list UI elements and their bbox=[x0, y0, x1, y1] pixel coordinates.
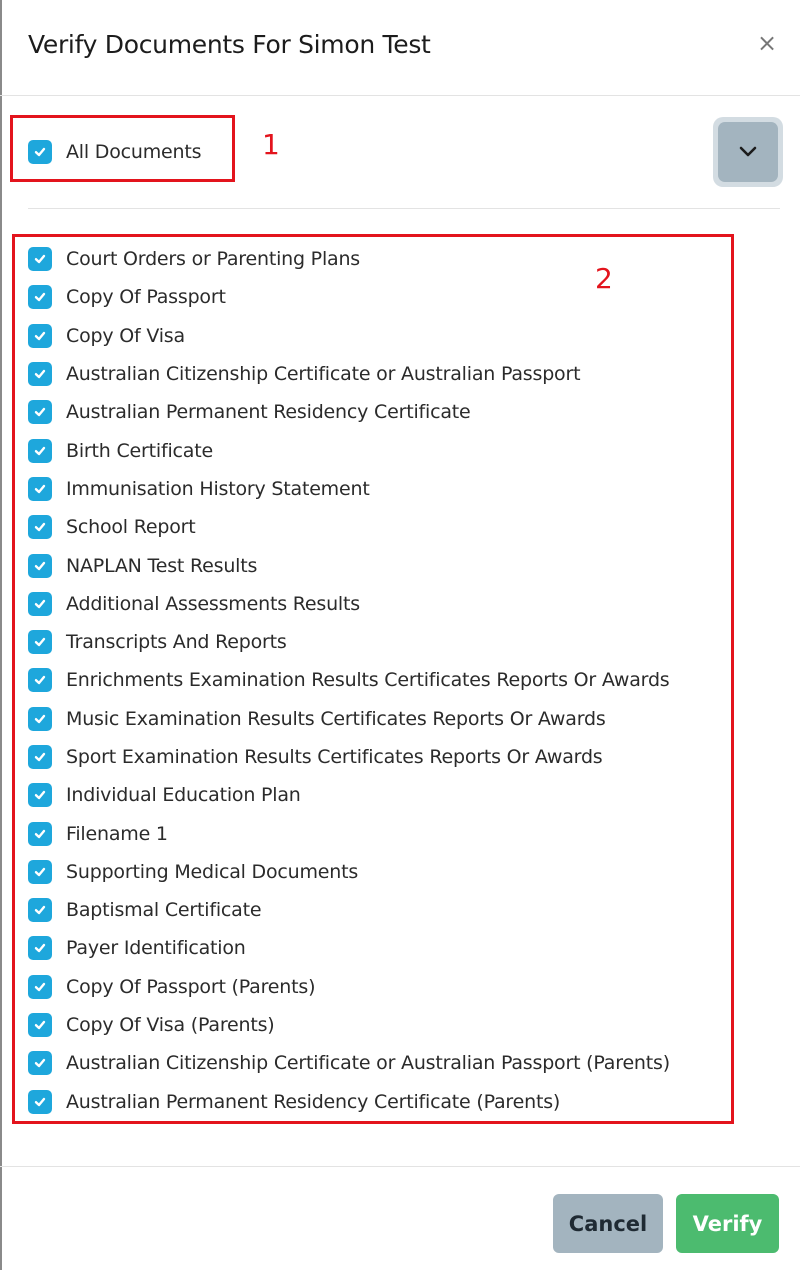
checkbox-checked-icon[interactable] bbox=[28, 936, 52, 961]
checkbox-checked-icon[interactable] bbox=[28, 1013, 52, 1038]
document-checkbox-item[interactable]: Australian Citizenship Certificate or Au… bbox=[28, 355, 670, 393]
document-checkbox-item[interactable]: Enrichments Examination Results Certific… bbox=[28, 661, 670, 699]
checkbox-checked-icon[interactable] bbox=[28, 1089, 52, 1114]
document-checkbox-item[interactable]: Australian Permanent Residency Certifica… bbox=[28, 393, 670, 431]
document-label: Baptismal Certificate bbox=[66, 899, 262, 922]
document-checkbox-item[interactable]: Payer Identification bbox=[28, 929, 670, 967]
divider bbox=[28, 208, 780, 209]
checkbox-checked-icon[interactable] bbox=[28, 745, 52, 769]
document-checkbox-item[interactable]: Additional Assessments Results bbox=[28, 585, 670, 623]
checkbox-checked-icon[interactable] bbox=[28, 285, 52, 310]
checkbox-checked-icon[interactable] bbox=[28, 974, 52, 999]
document-checkbox-item[interactable]: Transcripts And Reports bbox=[28, 623, 670, 661]
document-checkbox-item[interactable]: Copy Of Visa bbox=[28, 317, 670, 355]
checkbox-checked-icon[interactable] bbox=[28, 668, 52, 693]
verify-button[interactable]: Verify bbox=[676, 1194, 779, 1253]
annotation-box-1 bbox=[10, 115, 235, 182]
document-checkbox-item[interactable]: Sport Examination Results Certificates R… bbox=[28, 738, 670, 776]
document-checkbox-item[interactable]: Copy Of Passport bbox=[28, 278, 670, 316]
document-checkbox-item[interactable]: Individual Education Plan bbox=[28, 776, 670, 814]
modal-title: Verify Documents For Simon Test bbox=[28, 30, 431, 59]
checkbox-checked-icon[interactable] bbox=[28, 438, 52, 463]
document-checkbox-item[interactable]: Australian Permanent Residency Certifica… bbox=[28, 1083, 670, 1121]
close-button[interactable]: × bbox=[756, 30, 778, 56]
document-checkbox-item[interactable]: NAPLAN Test Results bbox=[28, 546, 670, 584]
document-label: Payer Identification bbox=[66, 937, 246, 960]
document-checkbox-item[interactable]: Australian Citizenship Certificate or Au… bbox=[28, 1044, 670, 1082]
checkbox-checked-icon[interactable] bbox=[28, 1051, 52, 1076]
document-label: School Report bbox=[66, 516, 196, 539]
document-label: Transcripts And Reports bbox=[66, 631, 287, 654]
document-label: Additional Assessments Results bbox=[66, 592, 360, 615]
checkbox-checked-icon[interactable] bbox=[28, 821, 52, 846]
checkbox-checked-icon[interactable] bbox=[28, 591, 52, 616]
document-checkbox-item[interactable]: Baptismal Certificate bbox=[28, 891, 670, 929]
checkbox-checked-icon[interactable] bbox=[28, 476, 52, 501]
document-checkbox-item[interactable]: Immunisation History Statement bbox=[28, 470, 670, 508]
document-label: Court Orders or Parenting Plans bbox=[66, 248, 361, 271]
checkbox-checked-icon[interactable] bbox=[28, 706, 52, 731]
document-label: Supporting Medical Documents bbox=[66, 860, 359, 883]
document-label: Immunisation History Statement bbox=[66, 477, 370, 500]
document-label: NAPLAN Test Results bbox=[66, 554, 258, 577]
document-label: Australian Permanent Residency Certifica… bbox=[66, 1090, 561, 1113]
checkbox-checked-icon[interactable] bbox=[28, 859, 52, 884]
checkbox-checked-icon[interactable] bbox=[28, 323, 52, 348]
document-label: Australian Citizenship Certificate or Au… bbox=[66, 363, 581, 386]
document-label: Copy Of Visa bbox=[66, 324, 185, 347]
modal-header: Verify Documents For Simon Test × bbox=[0, 0, 800, 96]
document-checkbox-item[interactable]: School Report bbox=[28, 508, 670, 546]
window-edge bbox=[0, 0, 2, 1270]
document-checkbox-item[interactable]: Copy Of Visa (Parents) bbox=[28, 1006, 670, 1044]
document-label: Copy Of Passport bbox=[66, 286, 226, 309]
checkbox-checked-icon[interactable] bbox=[28, 247, 52, 272]
document-checkbox-item[interactable]: Copy Of Passport (Parents) bbox=[28, 968, 670, 1006]
checkbox-checked-icon[interactable] bbox=[28, 362, 52, 387]
document-checkbox-item[interactable]: Supporting Medical Documents bbox=[28, 853, 670, 891]
chevron-down-icon bbox=[739, 146, 757, 157]
expand-toggle-button[interactable] bbox=[713, 117, 783, 187]
document-checkbox-item[interactable]: Filename 1 bbox=[28, 814, 670, 852]
document-label: Individual Education Plan bbox=[66, 784, 301, 807]
checkbox-checked-icon[interactable] bbox=[28, 898, 52, 923]
document-label: Music Examination Results Certificates R… bbox=[66, 707, 606, 730]
document-checkbox-item[interactable]: Court Orders or Parenting Plans bbox=[28, 240, 670, 278]
cancel-button[interactable]: Cancel bbox=[553, 1194, 663, 1253]
checkbox-checked-icon[interactable] bbox=[28, 400, 52, 425]
document-checkbox-item[interactable]: Birth Certificate bbox=[28, 431, 670, 469]
document-label: Australian Citizenship Certificate or Au… bbox=[66, 1052, 670, 1075]
document-label: Filename 1 bbox=[66, 822, 168, 845]
document-label: Australian Permanent Residency Certifica… bbox=[66, 401, 471, 424]
close-icon: × bbox=[756, 29, 778, 57]
annotation-number-1: 1 bbox=[262, 128, 280, 161]
document-label: Copy Of Visa (Parents) bbox=[66, 1014, 275, 1037]
document-list: Court Orders or Parenting Plans Copy Of P… bbox=[28, 240, 670, 1121]
checkbox-checked-icon[interactable] bbox=[28, 515, 52, 540]
document-checkbox-item[interactable]: Music Examination Results Certificates R… bbox=[28, 700, 670, 738]
document-label: Birth Certificate bbox=[66, 439, 213, 462]
document-label: Enrichments Examination Results Certific… bbox=[66, 669, 670, 692]
checkbox-checked-icon[interactable] bbox=[28, 630, 52, 655]
checkbox-checked-icon[interactable] bbox=[28, 783, 52, 808]
document-label: Sport Examination Results Certificates R… bbox=[66, 746, 603, 768]
document-label: Copy Of Passport (Parents) bbox=[66, 975, 316, 998]
checkbox-checked-icon[interactable] bbox=[28, 553, 52, 578]
